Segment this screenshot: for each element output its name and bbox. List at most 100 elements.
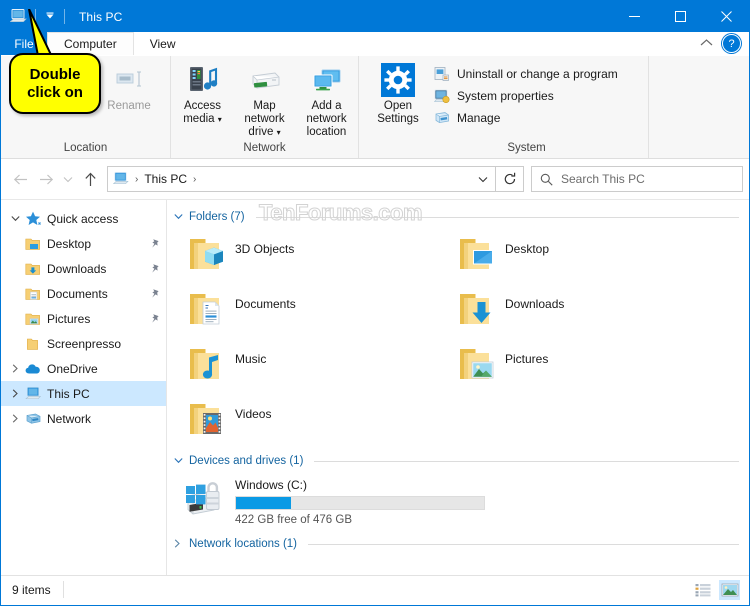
breadcrumb-separator-1[interactable]: › xyxy=(189,174,200,185)
tab-computer[interactable]: Computer xyxy=(47,32,134,55)
tile-label: Documents xyxy=(235,297,296,311)
help-icon[interactable]: ? xyxy=(722,34,741,53)
title-bar: This PC xyxy=(1,1,749,32)
refresh-button[interactable] xyxy=(496,166,524,192)
access-media-caret-icon[interactable]: ▾ xyxy=(218,115,222,124)
documents-folder-icon xyxy=(179,288,235,336)
search-icon xyxy=(540,173,553,186)
network-icon xyxy=(23,411,43,427)
sidebar-item-label: OneDrive xyxy=(47,361,98,376)
add-network-location-button[interactable]: Add a network location xyxy=(296,63,358,139)
pin-icon[interactable] xyxy=(144,263,166,274)
tile-label: Downloads xyxy=(505,297,565,311)
customize-qat-chevron-icon[interactable] xyxy=(41,7,59,27)
file-explorer-window: This PC File Computer View ? Rename Loca… xyxy=(0,0,750,606)
ribbon: Rename Location Access media ▾ Map netwo… xyxy=(1,56,749,159)
sidebar-item-label: Pictures xyxy=(47,311,91,326)
forward-button[interactable] xyxy=(33,166,59,192)
group-label: Folders (7) xyxy=(189,211,245,223)
tile-downloads[interactable]: Downloads xyxy=(449,285,719,340)
open-settings-button[interactable]: Open Settings xyxy=(369,63,427,126)
sidebar-item-documents[interactable]: Documents xyxy=(1,281,166,306)
ribbon-filler xyxy=(649,56,749,158)
pin-icon[interactable] xyxy=(144,238,166,249)
file-list-pane[interactable]: TenForums.com Folders (7) 3D Objects Des… xyxy=(167,200,749,575)
callout-line-1: Double xyxy=(29,65,81,83)
quick-access-toolbar xyxy=(1,1,70,32)
sidebar-item-downloads[interactable]: Downloads xyxy=(1,256,166,281)
close-button[interactable] xyxy=(703,1,749,32)
chevron-down-icon[interactable] xyxy=(7,215,23,222)
drive-usage-bar xyxy=(235,496,485,510)
tile-documents[interactable]: Documents xyxy=(179,285,449,340)
group-header-devices[interactable]: Devices and drives (1) xyxy=(167,452,749,470)
status-bar: 9 items xyxy=(1,575,749,603)
status-divider xyxy=(62,581,64,598)
drive-usage-fill xyxy=(236,497,291,509)
group-header-network-locations[interactable]: Network locations (1) xyxy=(167,535,749,553)
add-network-location-icon xyxy=(310,63,344,97)
access-media-button[interactable]: Access media ▾ xyxy=(172,63,234,126)
pictures-folder-icon xyxy=(23,311,43,327)
minimize-button[interactable] xyxy=(611,1,657,32)
sidebar-item-network[interactable]: Network xyxy=(1,406,166,431)
drive-capacity-text: 422 GB free of 476 GB xyxy=(235,514,352,526)
qat-divider xyxy=(35,9,36,24)
ribbon-tab-strip: File Computer View ? xyxy=(1,32,749,56)
drive-item-windows-c[interactable]: Windows (C:) 422 GB free of 476 GB xyxy=(167,470,749,532)
address-bar: › This PC › Search This PC xyxy=(1,159,749,199)
tab-file[interactable]: File xyxy=(1,32,47,55)
map-network-drive-caret-icon[interactable]: ▾ xyxy=(277,128,281,137)
sidebar-item-desktop[interactable]: Desktop xyxy=(1,231,166,256)
sidebar-item-label: Documents xyxy=(47,286,108,301)
pin-icon[interactable] xyxy=(144,313,166,324)
tile-3d-objects[interactable]: 3D Objects xyxy=(179,230,449,285)
qat-divider-2 xyxy=(64,9,65,24)
group-header-folders[interactable]: Folders (7) xyxy=(167,208,749,226)
sidebar-item-quick-access[interactable]: Quick access xyxy=(1,206,166,231)
chevron-right-icon[interactable] xyxy=(7,389,23,398)
manage-command[interactable]: Manage xyxy=(433,109,618,126)
sidebar-item-label: Downloads xyxy=(47,261,107,276)
address-dropdown-chevron-icon[interactable] xyxy=(471,167,495,191)
pin-icon[interactable] xyxy=(144,288,166,299)
sidebar-item-pictures[interactable]: Pictures xyxy=(1,306,166,331)
tab-view[interactable]: View xyxy=(133,32,192,55)
sidebar-item-label: Screenpresso xyxy=(47,336,122,351)
chevron-right-icon[interactable] xyxy=(7,414,23,423)
tile-label: 3D Objects xyxy=(235,242,295,256)
address-input[interactable]: › This PC › xyxy=(107,166,496,192)
breadcrumb-separator-0[interactable]: › xyxy=(131,174,142,185)
callout-double-click: Double click on xyxy=(9,53,101,114)
up-button[interactable] xyxy=(77,166,103,192)
system-properties-label: System properties xyxy=(457,88,554,103)
chevron-right-icon[interactable] xyxy=(7,364,23,373)
chevron-down-icon[interactable] xyxy=(174,212,184,222)
recent-locations-button[interactable] xyxy=(59,166,77,192)
access-media-label: Access media xyxy=(183,100,222,125)
breadcrumb-this-pc[interactable]: This PC xyxy=(142,172,189,186)
back-button[interactable] xyxy=(7,166,33,192)
drive-label: Windows (C:) xyxy=(235,478,308,492)
uninstall-program-command[interactable]: Uninstall or change a program xyxy=(433,65,618,82)
maximize-button[interactable] xyxy=(657,1,703,32)
chevron-right-icon[interactable] xyxy=(174,538,184,550)
sidebar-item-screenpresso[interactable]: Screenpresso xyxy=(1,331,166,356)
details-view-icon[interactable] xyxy=(692,580,713,600)
system-properties-command[interactable]: System properties xyxy=(433,87,618,104)
tile-desktop[interactable]: Desktop xyxy=(449,230,719,285)
large-icons-view-icon[interactable] xyxy=(719,579,740,600)
collapse-ribbon-chevron-icon[interactable] xyxy=(700,38,713,50)
this-pc-icon[interactable] xyxy=(8,7,28,27)
tile-music[interactable]: Music xyxy=(179,340,449,395)
tile-pictures[interactable]: Pictures xyxy=(449,340,719,395)
chevron-down-icon[interactable] xyxy=(174,456,184,466)
map-network-drive-button[interactable]: Map network drive ▾ xyxy=(234,63,296,139)
sidebar-item-this-pc[interactable]: This PC xyxy=(1,381,166,406)
rename-button[interactable]: Rename xyxy=(98,63,160,113)
sidebar-item-onedrive[interactable]: OneDrive xyxy=(1,356,166,381)
ribbon-group-label-location: Location xyxy=(63,142,108,154)
search-input[interactable]: Search This PC xyxy=(531,166,743,192)
drive-info: Windows (C:) 422 GB free of 476 GB xyxy=(235,476,485,532)
tile-videos[interactable]: Videos xyxy=(179,395,449,450)
